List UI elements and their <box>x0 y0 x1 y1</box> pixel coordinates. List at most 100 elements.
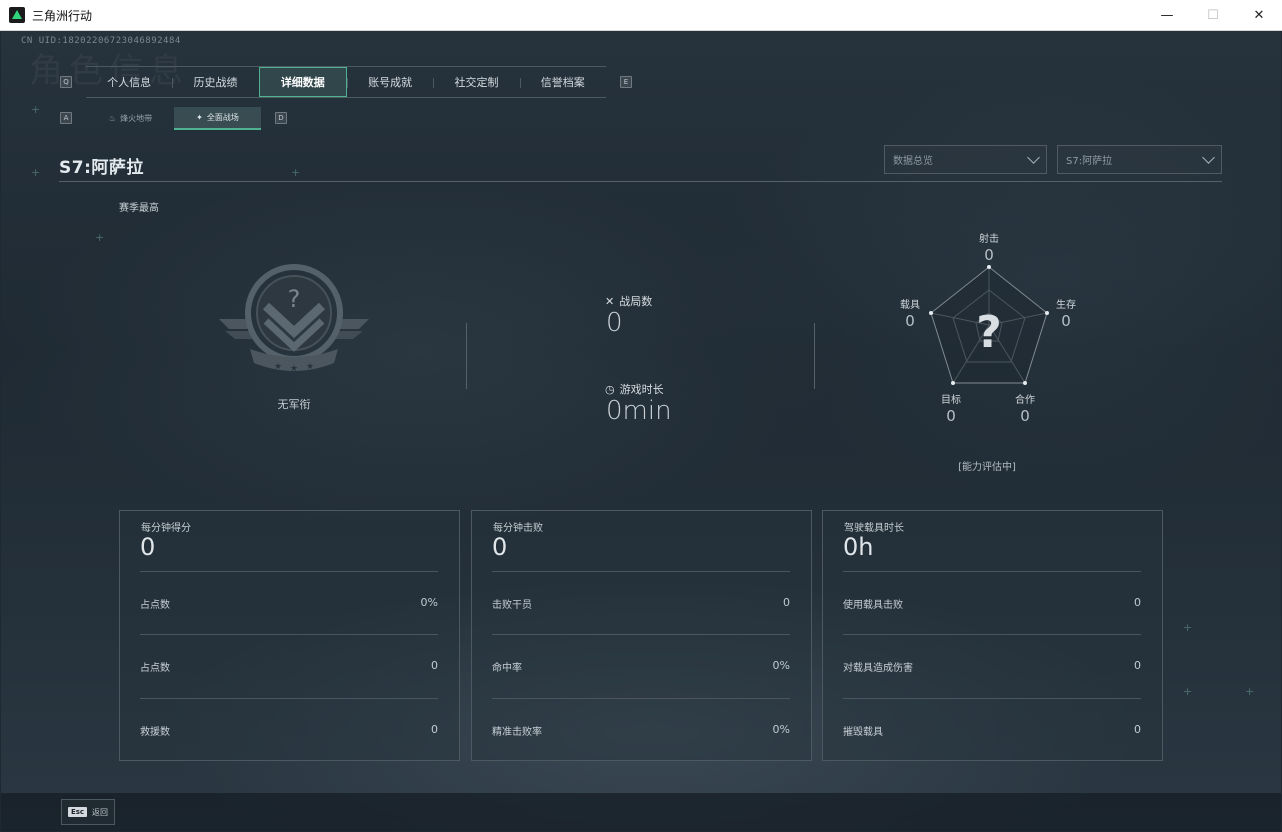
panel-divider <box>843 698 1141 699</box>
window-controls: — ☐ ✕ <box>1144 0 1282 31</box>
rank-emblem-icon: ? ★ ★ ★ <box>219 264 369 374</box>
radar-value-vehicle: 0 <box>905 312 915 330</box>
section-divider <box>814 323 815 389</box>
radar-unknown-symbol: ? <box>976 307 1002 358</box>
panel-title: 每分钟得分 <box>141 523 191 534</box>
tab-match-history[interactable]: 历史战绩 <box>172 67 258 97</box>
sub-tab-bar: ♨ 烽火地带 ✦ 全面战场 <box>87 107 261 130</box>
subtab-warfare[interactable]: ✦ 全面战场 <box>174 107 261 130</box>
app-logo-icon <box>9 7 25 23</box>
chevron-down-icon <box>1202 150 1215 164</box>
playtime-label: ◷ 游戏时长 <box>605 381 664 397</box>
key-hint-prev-subtab: A <box>60 112 72 124</box>
radar-label-survival: 生存 <box>1056 300 1076 311</box>
panel-divider <box>492 571 790 572</box>
chevron-down-icon <box>1027 150 1040 164</box>
row-value: 0 <box>1134 659 1141 672</box>
panel-main-value: 0 <box>492 533 508 561</box>
svg-text:★: ★ <box>306 362 314 372</box>
radar-value-objective: 0 <box>946 407 956 425</box>
esc-key-hint: Esc <box>67 807 88 817</box>
tab-reputation[interactable]: 信誉档案 <box>519 67 606 97</box>
close-button[interactable]: ✕ <box>1236 0 1282 31</box>
panel-divider <box>843 571 1141 572</box>
svg-text:★: ★ <box>290 364 298 374</box>
radar-label-shooting: 射击 <box>979 234 999 245</box>
score-panel: 每分钟得分 0 占点数 0% 占点数 0 救援数 0 <box>119 510 460 761</box>
radar-value-teamwork: 0 <box>1020 407 1030 425</box>
row-label: 精准击败率 <box>492 727 542 738</box>
panel-main-value: 0 <box>140 533 156 561</box>
panel-divider <box>140 571 438 572</box>
crossed-swords-icon: ✕ <box>605 294 615 308</box>
panel-divider <box>140 698 438 699</box>
vehicle-panel: 驾驶载具时长 0h 使用载具击败 0 对载具造成伤害 0 摧毁载具 0 <box>822 510 1163 761</box>
panel-divider <box>492 698 790 699</box>
row-value: 0 <box>431 723 438 736</box>
decor-plus-icon: + <box>291 166 301 179</box>
dropdown-value: S7:阿萨拉 <box>1066 156 1113 167</box>
tab-detailed-data[interactable]: 详细数据 <box>258 67 347 97</box>
svg-text:★: ★ <box>274 362 282 372</box>
decor-plus-icon: + <box>1183 621 1193 634</box>
back-label: 返回 <box>92 807 109 817</box>
season-dropdown[interactable]: S7:阿萨拉 <box>1057 145 1222 174</box>
clock-icon: ◷ <box>605 382 615 396</box>
minimize-button[interactable]: — <box>1144 0 1190 31</box>
panel-divider <box>492 634 790 635</box>
row-value: 0% <box>420 596 438 609</box>
row-value: 0 <box>1134 723 1141 736</box>
panel-main-value: 0h <box>843 533 874 561</box>
subtab-operations[interactable]: ♨ 烽火地带 <box>87 107 174 130</box>
radar-value-survival: 0 <box>1061 312 1071 330</box>
tab-personal-info[interactable]: 个人信息 <box>86 67 172 97</box>
decor-plus-icon: + <box>1183 685 1193 698</box>
radar-label-vehicle: 载具 <box>900 300 920 311</box>
season-best-label: 赛季最高 <box>119 203 159 214</box>
radar-label-objective: 目标 <box>941 395 961 406</box>
bottom-bar <box>1 793 1281 831</box>
decor-plus-icon: + <box>31 103 41 116</box>
row-label: 击败干员 <box>492 600 532 611</box>
row-label: 救援数 <box>140 727 170 738</box>
subtab-label: 全面战场 <box>206 113 239 122</box>
rank-unknown-symbol: ? <box>288 285 301 313</box>
decor-plus-icon: + <box>95 231 105 244</box>
wings-icon: ✦ <box>196 113 203 122</box>
row-label: 占点数 <box>140 600 170 611</box>
rank-name: 无军衔 <box>277 398 311 411</box>
radar-value-shooting: 0 <box>984 246 994 264</box>
flame-icon: ♨ <box>108 114 117 123</box>
key-hint-next-tab: E <box>620 76 632 88</box>
panel-title: 驾驶载具时长 <box>844 523 904 534</box>
window-title: 三角洲行动 <box>32 8 93 23</box>
panel-title: 每分钟击败 <box>493 523 543 534</box>
row-value: 0 <box>1134 596 1141 609</box>
decor-plus-icon: + <box>31 166 41 179</box>
tab-achievements[interactable]: 账号成就 <box>346 67 433 97</box>
playtime-label-text: 游戏时长 <box>619 383 664 396</box>
row-label: 占点数 <box>140 663 170 674</box>
radar-caption: [能力评估中] <box>958 462 1016 473</box>
header-divider <box>59 181 1222 182</box>
ability-radar-chart: ? <box>929 265 1049 385</box>
row-label: 摧毁载具 <box>843 727 883 738</box>
matches-label-text: 战局数 <box>619 295 653 308</box>
decor-plus-icon: + <box>1245 685 1255 698</box>
tab-social-custom[interactable]: 社交定制 <box>433 67 519 97</box>
row-label: 使用载具击败 <box>843 600 903 611</box>
row-value: 0% <box>772 723 790 736</box>
key-hint-prev-tab: Q <box>60 76 72 88</box>
matches-label: ✕ 战局数 <box>605 293 652 309</box>
maximize-button[interactable]: ☐ <box>1190 0 1236 31</box>
panel-divider <box>140 634 438 635</box>
playtime-value: 0min <box>606 396 672 426</box>
back-button[interactable]: Esc 返回 <box>61 799 115 825</box>
row-label: 对载具造成伤害 <box>843 663 913 674</box>
dropdown-value: 数据总览 <box>893 156 933 167</box>
page-title: S7:阿萨拉 <box>59 158 144 178</box>
game-screen: CN UID:18202206723046892484 角色信息 + + + +… <box>1 31 1281 831</box>
row-label: 命中率 <box>492 663 522 674</box>
view-dropdown[interactable]: 数据总览 <box>884 145 1047 174</box>
section-divider <box>466 323 467 389</box>
